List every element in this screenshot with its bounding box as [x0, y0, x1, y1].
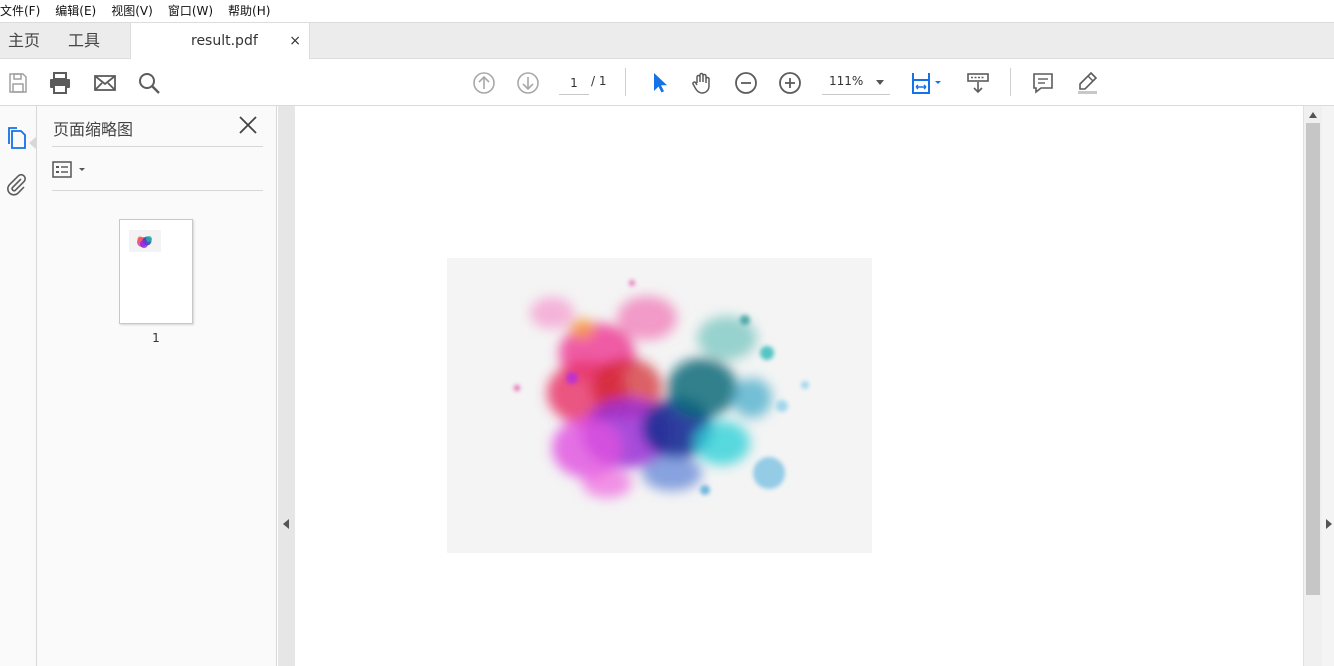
highlight-pen-icon[interactable] — [1074, 70, 1100, 96]
thumbnails-panel: 页面缩略图 1 — [37, 106, 277, 666]
active-panel-indicator — [29, 136, 37, 150]
divider — [52, 190, 263, 191]
page-thumbnail[interactable] — [119, 219, 193, 324]
menu-file[interactable]: 文件(F) — [0, 0, 47, 22]
tab-bar: 主页 工具 result.pdf × — [0, 22, 1334, 60]
menu-window[interactable]: 窗口(W) — [168, 0, 220, 22]
zoom-select[interactable]: 111% — [822, 71, 890, 95]
right-panel-toggle[interactable] — [1322, 106, 1334, 666]
close-tab-icon[interactable]: × — [289, 23, 301, 59]
menu-edit[interactable]: 编辑(E) — [55, 0, 103, 22]
hand-tool-icon[interactable] — [689, 70, 715, 96]
zoom-out-icon[interactable] — [733, 70, 759, 96]
panel-splitter[interactable] — [278, 106, 295, 666]
toolbar: / 1 111% — [0, 59, 1334, 106]
prev-page-icon[interactable] — [471, 70, 497, 96]
page-number-input[interactable] — [559, 71, 589, 95]
toolbar-divider — [1010, 68, 1011, 96]
document-tab-title: result.pdf — [191, 33, 258, 49]
zoom-value: 111% — [829, 74, 864, 88]
thumbnail-image — [129, 230, 161, 252]
email-icon[interactable] — [92, 70, 118, 96]
save-icon[interactable] — [5, 70, 31, 96]
thumbnail-page-label: 1 — [152, 331, 160, 345]
divider — [52, 146, 263, 147]
close-panel-icon[interactable] — [237, 114, 259, 136]
chevron-down-icon — [876, 80, 884, 85]
zoom-in-icon[interactable] — [777, 70, 803, 96]
next-page-icon[interactable] — [515, 70, 541, 96]
tab-document[interactable]: result.pdf × — [130, 23, 310, 60]
menu-bar: 文件(F) 编辑(E) 视图(V) 窗口(W) 帮助(H) — [0, 0, 1334, 22]
tab-home[interactable]: 主页 — [8, 23, 40, 59]
comment-icon[interactable] — [1030, 70, 1056, 96]
page-thumbnails-icon[interactable] — [4, 126, 28, 150]
menu-view[interactable]: 视图(V) — [111, 0, 160, 22]
expand-right-panel-icon[interactable] — [1326, 519, 1332, 529]
search-icon[interactable] — [136, 70, 162, 96]
thumbnail-options-icon[interactable] — [52, 160, 92, 180]
scroll-mode-icon[interactable] — [965, 70, 991, 96]
document-image — [447, 258, 872, 553]
attachments-icon[interactable] — [4, 172, 28, 196]
scrollbar-thumb[interactable] — [1306, 123, 1320, 595]
menu-help[interactable]: 帮助(H) — [228, 0, 277, 22]
left-rail — [0, 106, 37, 666]
collapse-panel-icon[interactable] — [283, 519, 289, 529]
document-view[interactable] — [295, 106, 1303, 666]
print-icon[interactable] — [47, 70, 73, 96]
toolbar-divider — [625, 68, 626, 96]
tab-tools[interactable]: 工具 — [68, 23, 100, 59]
vertical-scrollbar[interactable] — [1303, 106, 1322, 666]
scroll-up-icon[interactable] — [1309, 112, 1317, 118]
page-total: / 1 — [591, 74, 607, 88]
fit-page-icon[interactable] — [910, 70, 944, 96]
panel-title: 页面缩略图 — [53, 120, 134, 139]
select-arrow-icon[interactable] — [645, 70, 671, 96]
